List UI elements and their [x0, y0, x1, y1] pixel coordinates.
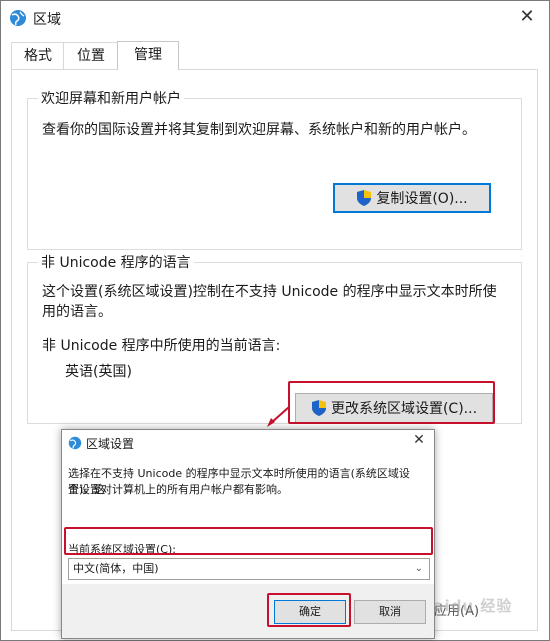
region-window: 区域 ✕ 格式 位置 管理 欢迎屏幕和新用户帐户 查看你的国际设置并将其复制到欢… — [0, 0, 550, 641]
annotation-arrow — [267, 406, 290, 427]
system-locale-value: 中文(简体，中国) — [73, 562, 159, 575]
dialog-footer: 确定 取消 — [62, 584, 434, 638]
dialog-close-icon[interactable]: ✕ — [410, 432, 428, 448]
title-bar[interactable]: 区域 ✕ — [1, 1, 549, 35]
tab-location[interactable]: 位置 — [63, 42, 119, 69]
cancel-button[interactable]: 取消 — [354, 600, 426, 624]
copy-settings-label: 复制设置(O)... — [376, 191, 468, 207]
dialog-description-line2: 个设置对计算机上的所有用户帐户都有影响。 — [68, 483, 288, 496]
highlight-locale-select — [64, 527, 433, 555]
welcome-group: 欢迎屏幕和新用户帐户 查看你的国际设置并将其复制到欢迎屏幕、系统帐户和新的用户帐… — [27, 88, 522, 250]
non-unicode-description-line1: 这个设置(系统区域设置)控制在不支持 Unicode 的程序中显示文本时所使 — [42, 284, 497, 300]
copy-settings-button[interactable]: 复制设置(O)... — [333, 183, 491, 213]
current-language-value: 英语(英国) — [65, 364, 132, 380]
globe-icon — [68, 436, 82, 450]
close-icon[interactable]: ✕ — [515, 5, 539, 29]
dialog-body: 选择在不支持 Unicode 的程序中显示文本时所使用的语言(系统区域设置)。这… — [62, 456, 434, 584]
dialog-title: 区域设置 — [86, 437, 135, 451]
chevron-down-icon: ⌄ — [414, 563, 423, 574]
tab-format[interactable]: 格式 — [11, 42, 65, 69]
highlight-ok-button — [267, 593, 351, 627]
uac-shield-icon — [357, 190, 372, 206]
system-locale-select[interactable]: 中文(简体，中国) ⌄ — [68, 558, 430, 580]
welcome-description: 查看你的国际设置并将其复制到欢迎屏幕、系统帐户和新的用户帐户。 — [42, 122, 476, 138]
highlight-change-locale — [288, 381, 495, 424]
welcome-group-title: 欢迎屏幕和新用户帐户 — [38, 88, 184, 108]
tab-administrative[interactable]: 管理 — [117, 41, 179, 70]
non-unicode-group-title: 非 Unicode 程序的语言 — [38, 252, 194, 272]
window-title: 区域 — [33, 12, 61, 28]
current-language-label: 非 Unicode 程序中所使用的当前语言: — [42, 338, 281, 354]
globe-icon — [10, 10, 26, 26]
non-unicode-description-line2: 用的语言。 — [42, 304, 112, 320]
